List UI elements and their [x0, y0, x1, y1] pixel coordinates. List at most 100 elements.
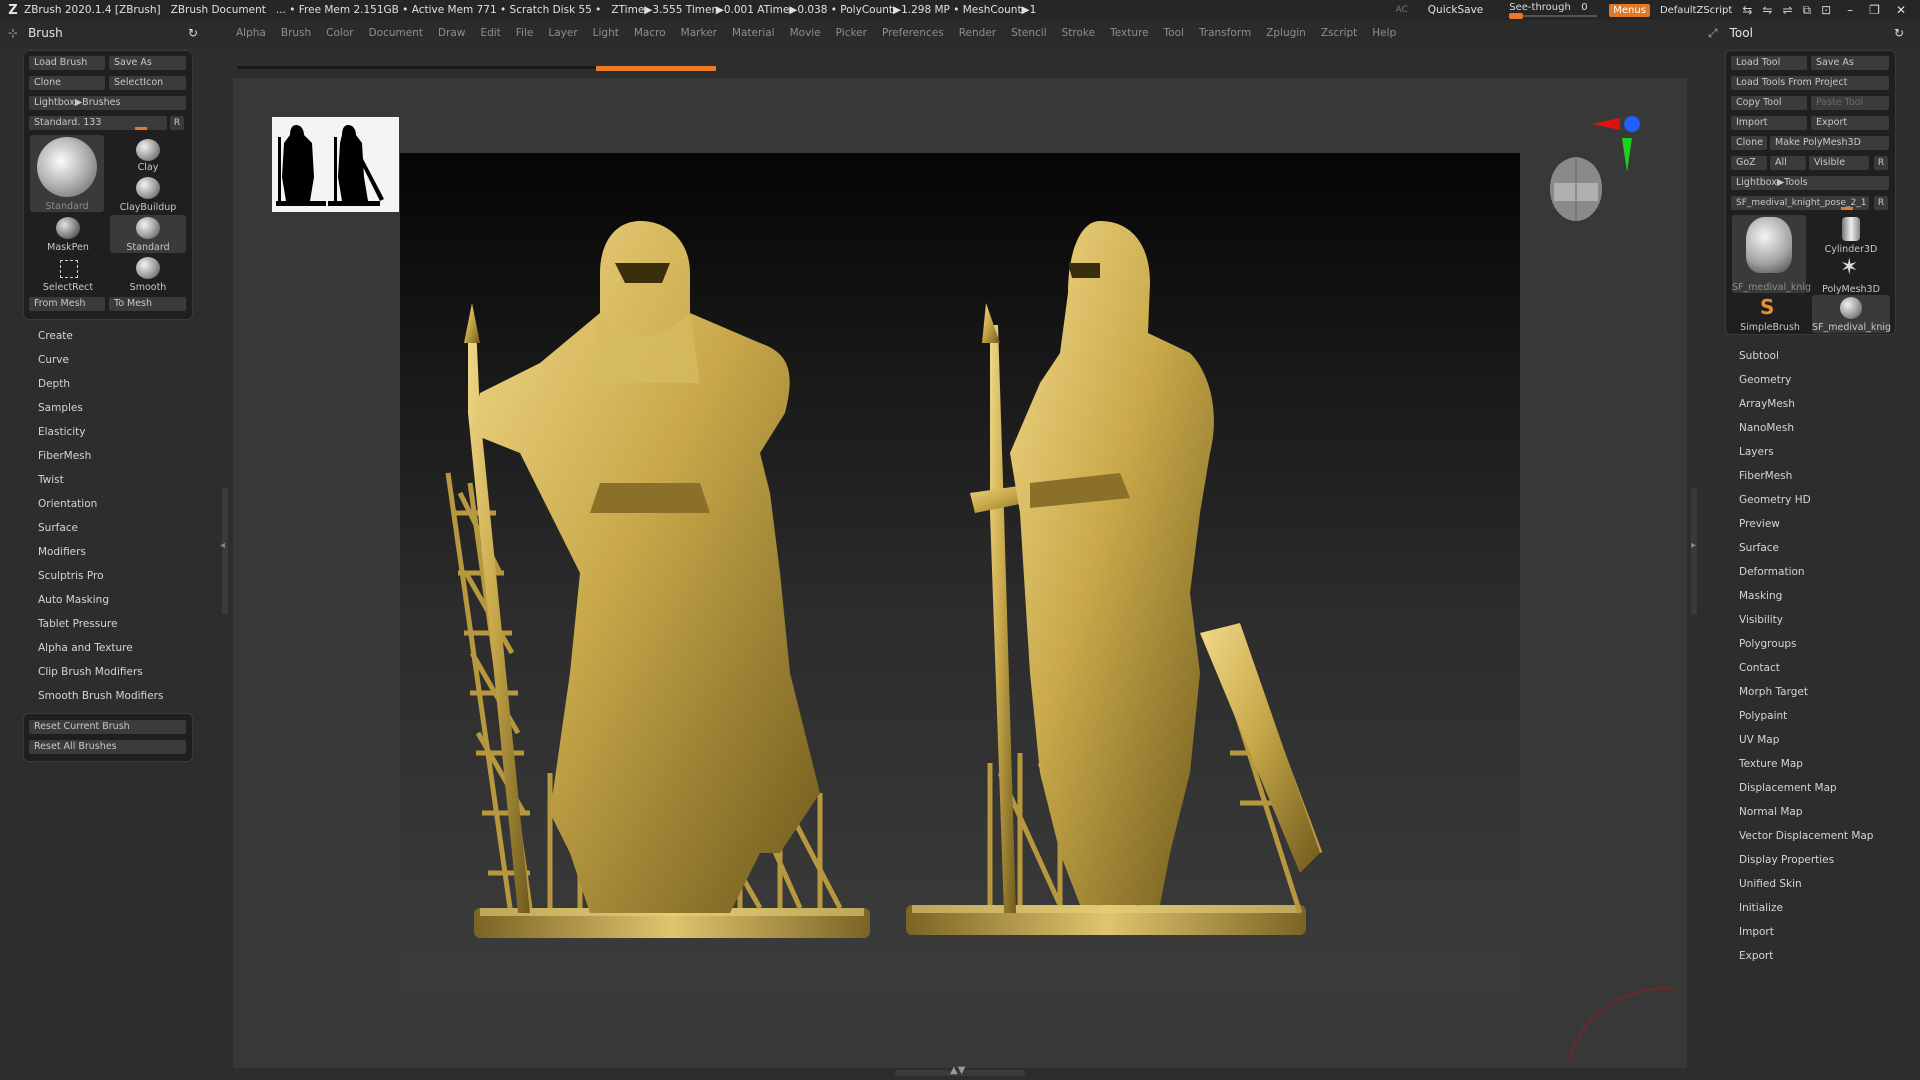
current-tool-slider[interactable]: SF_medival_knight_pose_2_1 — [1731, 196, 1869, 210]
brush-section-create[interactable]: Create — [38, 330, 73, 342]
brush-thumb-standard-large[interactable]: Standard — [30, 135, 104, 212]
brush-section-tablet-pressure[interactable]: Tablet Pressure — [38, 618, 117, 630]
tool-section-arraymesh[interactable]: ArrayMesh — [1739, 398, 1795, 410]
tool-section-visibility[interactable]: Visibility — [1739, 614, 1783, 626]
refresh-icon[interactable]: ↻ — [188, 26, 198, 40]
to-mesh-button[interactable]: To Mesh — [109, 297, 186, 311]
tool-import-button[interactable]: Import — [1731, 116, 1807, 130]
menu-layer[interactable]: Layer — [548, 27, 577, 39]
brush-section-alpha-texture[interactable]: Alpha and Texture — [38, 642, 133, 654]
tool-section-import[interactable]: Import — [1739, 926, 1774, 938]
rotation-arc[interactable] — [1566, 982, 1686, 1066]
menu-stroke[interactable]: Stroke — [1062, 27, 1095, 39]
goz-button[interactable]: GoZ — [1731, 156, 1767, 170]
tool-section-geometry[interactable]: Geometry — [1739, 374, 1791, 386]
brush-clone-button[interactable]: Clone — [29, 76, 105, 90]
brush-slider-knob[interactable] — [135, 127, 147, 130]
menu-zplugin[interactable]: Zplugin — [1266, 27, 1306, 39]
brush-section-samples[interactable]: Samples — [38, 402, 83, 414]
brush-section-surface[interactable]: Surface — [38, 522, 78, 534]
layout2-icon[interactable]: ⇋ — [1762, 3, 1772, 17]
close-icon[interactable]: ✕ — [1896, 3, 1906, 17]
menu-stencil[interactable]: Stencil — [1011, 27, 1047, 39]
tool-section-texture-map[interactable]: Texture Map — [1739, 758, 1803, 770]
tool-section-morph-target[interactable]: Morph Target — [1739, 686, 1808, 698]
menu-tool[interactable]: Tool — [1164, 27, 1184, 39]
load-tool-button[interactable]: Load Tool — [1731, 56, 1807, 70]
left-tray-handle[interactable] — [222, 488, 228, 614]
view-cube[interactable] — [1546, 155, 1606, 225]
menu-preferences[interactable]: Preferences — [882, 27, 944, 39]
document-viewport[interactable] — [400, 153, 1520, 991]
lightbox-brushes-button[interactable]: Lightbox▶Brushes — [29, 96, 186, 110]
brush-thumb-claybuildup[interactable]: ClayBuildup — [110, 175, 186, 213]
brush-thumb-maskpen[interactable]: MaskPen — [30, 215, 106, 253]
tool-section-fibermesh[interactable]: FiberMesh — [1739, 470, 1792, 482]
menu-zscript[interactable]: Zscript — [1321, 27, 1357, 39]
tool-section-normal-map[interactable]: Normal Map — [1739, 806, 1803, 818]
see-through-slider[interactable]: See-through 0 — [1509, 0, 1599, 20]
layout-icon[interactable]: ⇆ — [1742, 3, 1752, 17]
menu-alpha[interactable]: Alpha — [236, 27, 266, 39]
tool-panel-dock-icon[interactable]: ⤢ — [1708, 26, 1718, 41]
tool-section-deformation[interactable]: Deformation — [1739, 566, 1805, 578]
menu-render[interactable]: Render — [959, 27, 996, 39]
brush-section-orientation[interactable]: Orientation — [38, 498, 97, 510]
right-tray-handle[interactable] — [1691, 488, 1697, 614]
menu-document[interactable]: Document — [369, 27, 423, 39]
menu-texture[interactable]: Texture — [1110, 27, 1148, 39]
menu-draw[interactable]: Draw — [438, 27, 465, 39]
menu-marker[interactable]: Marker — [681, 27, 717, 39]
copy-tool-button[interactable]: Copy Tool — [1731, 96, 1807, 110]
tool-refresh-icon[interactable]: ↻ — [1894, 26, 1904, 40]
menu-material[interactable]: Material — [732, 27, 775, 39]
brush-section-curve[interactable]: Curve — [38, 354, 69, 366]
tool-thumb-knight[interactable]: SF_medival_knig — [1732, 215, 1811, 293]
load-tools-from-project-button[interactable]: Load Tools From Project — [1731, 76, 1889, 90]
tool-slider-knob[interactable] — [1841, 207, 1853, 210]
tool-r-button[interactable]: R — [1874, 196, 1888, 210]
brush-thumb-clay[interactable]: Clay — [110, 135, 186, 173]
brush-r-button[interactable]: R — [170, 116, 184, 130]
tool-section-uv-map[interactable]: UV Map — [1739, 734, 1779, 746]
lightbox-tools-button[interactable]: Lightbox▶Tools — [1731, 176, 1889, 190]
see-through-knob[interactable] — [1509, 13, 1524, 19]
collapse-left-icon[interactable]: ◂ — [220, 540, 225, 551]
brush-section-twist[interactable]: Twist — [38, 474, 64, 486]
goz-visible-button[interactable]: Visible — [1809, 156, 1869, 170]
brush-section-fibermesh[interactable]: FiberMesh — [38, 450, 91, 462]
tool-section-surface[interactable]: Surface — [1739, 542, 1779, 554]
restore-layout-icon[interactable]: ⊡ — [1821, 3, 1831, 17]
menu-help[interactable]: Help — [1372, 27, 1396, 39]
brush-thumb-selectrect[interactable]: SelectRect — [30, 255, 106, 293]
menu-picker[interactable]: Picker — [836, 27, 867, 39]
paste-tool-button[interactable]: Paste Tool — [1811, 96, 1889, 110]
tool-thumb-knight-2[interactable]: SF_medival_knig — [1812, 295, 1891, 333]
menu-light[interactable]: Light — [593, 27, 619, 39]
brush-section-depth[interactable]: Depth — [38, 378, 70, 390]
panel-dock-icon[interactable]: ⊹ — [8, 26, 18, 40]
brush-section-auto-masking[interactable]: Auto Masking — [38, 594, 109, 606]
menus-toggle-button[interactable]: Menus — [1609, 3, 1650, 17]
menu-color[interactable]: Color — [326, 27, 353, 39]
quicksave-button[interactable]: QuickSave — [1428, 4, 1483, 16]
reset-current-brush-button[interactable]: Reset Current Brush — [29, 720, 186, 734]
copy-icon[interactable]: ⧉ — [1803, 3, 1812, 18]
goz-all-button[interactable]: All — [1770, 156, 1806, 170]
tool-section-initialize[interactable]: Initialize — [1739, 902, 1783, 914]
navigation-thumbnail[interactable] — [272, 117, 399, 212]
tool-section-vector-displacement-map[interactable]: Vector Displacement Map — [1739, 830, 1873, 842]
reset-all-brushes-button[interactable]: Reset All Brushes — [29, 740, 186, 754]
from-mesh-button[interactable]: From Mesh — [29, 297, 105, 311]
expand-bottom-icon[interactable]: ▲▼ — [950, 1065, 965, 1076]
brush-thumb-smooth[interactable]: Smooth — [110, 255, 186, 293]
tool-section-geometry-hd[interactable]: Geometry HD — [1739, 494, 1811, 506]
tool-section-polygroups[interactable]: Polygroups — [1739, 638, 1796, 650]
brush-size-slider[interactable]: Standard. 133 — [29, 116, 167, 130]
tool-thumb-polymesh3d[interactable]: ✶ PolyMesh3D — [1812, 255, 1890, 295]
tool-section-preview[interactable]: Preview — [1739, 518, 1780, 530]
brush-thumb-standard[interactable]: Standard — [110, 215, 186, 253]
tool-clone-button[interactable]: Clone — [1731, 136, 1767, 150]
tool-section-unified-skin[interactable]: Unified Skin — [1739, 878, 1802, 890]
menu-file[interactable]: File — [516, 27, 534, 39]
